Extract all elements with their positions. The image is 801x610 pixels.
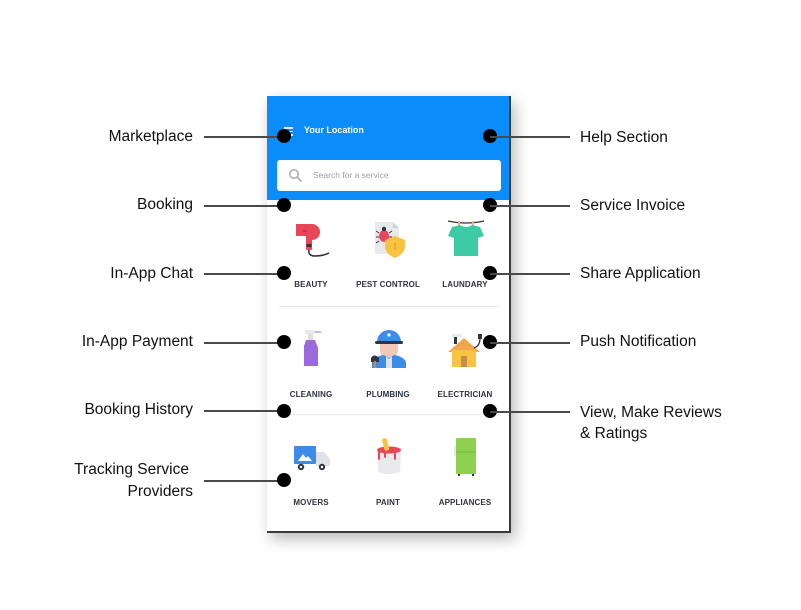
callout-dot (277, 404, 291, 418)
category-label: PLUMBING (366, 390, 410, 399)
search-icon (288, 168, 302, 182)
callout-connector (490, 136, 570, 138)
app-header: Your Location Search for a service (267, 96, 509, 200)
callout-tracking-line2: Providers (127, 483, 193, 500)
callout-connector (204, 273, 284, 275)
category-label: APPLIANCES (438, 498, 492, 507)
category-laundary[interactable]: LAUNDARY (425, 214, 505, 304)
category-label: LAUNDARY (442, 280, 488, 289)
callout-marketplace: Marketplace (108, 128, 193, 145)
callout-booking: Booking (136, 196, 193, 213)
category-label: ELECTRICIAN (437, 390, 493, 399)
callout-in-app-chat: In-App Chat (110, 265, 193, 282)
callout-connector (204, 480, 284, 482)
category-plumbing[interactable]: PLUMBING (348, 324, 428, 414)
callout-help-section: Help Section (580, 129, 668, 146)
category-label: PEST CONTROL (356, 280, 420, 289)
callout-reviews-line2: & Ratings (580, 425, 648, 442)
category-row: CLEANING PLUMBING ELECTRICIAN (267, 324, 509, 414)
category-row: BEAUTY PEST CONTROL LAUNDARY (267, 214, 509, 304)
hair-dryer-icon (296, 224, 330, 257)
callout-in-app-payment: In-App Payment (81, 333, 193, 350)
category-label: CLEANING (289, 390, 333, 399)
row-divider (279, 306, 499, 307)
category-row: MOVERS PAINT APPLIANCES (267, 432, 509, 522)
moving-truck-icon (294, 446, 330, 471)
spray-bottle-icon (304, 330, 322, 366)
callout-reviews-line1: View, Make Reviews (580, 404, 722, 421)
callout-connector (204, 410, 284, 412)
callout-connector (204, 342, 284, 344)
phone-mockup: Your Location Search for a service BEAUT… (267, 96, 511, 533)
callout-dot (277, 198, 291, 212)
bug-shield-icon (375, 222, 405, 258)
callout-tracking-line1: Tracking Service (74, 461, 189, 478)
callout-booking-history: Booking History (84, 401, 193, 418)
callout-push-notification: Push Notification (580, 333, 697, 350)
category-paint[interactable]: PAINT (348, 432, 428, 522)
callout-connector (204, 136, 284, 138)
callout-service-invoice: Service Invoice (580, 197, 686, 214)
callout-dot (277, 129, 291, 143)
callout-connector (490, 411, 570, 413)
callout-dot (277, 335, 291, 349)
category-beauty[interactable]: BEAUTY (271, 214, 351, 304)
plumber-icon (371, 330, 406, 368)
category-label: MOVERS (293, 498, 329, 507)
callout-dot (277, 266, 291, 280)
callout-connector (490, 205, 570, 207)
callout-connector (490, 342, 570, 344)
category-label: PAINT (376, 498, 400, 507)
paint-bucket-icon (377, 437, 401, 474)
callout-connector (204, 205, 284, 207)
tshirt-hanger-icon (447, 220, 485, 256)
category-label: BEAUTY (294, 280, 328, 289)
callout-share-application: Share Application (580, 265, 701, 282)
house-plug-icon (448, 334, 482, 367)
row-divider (279, 414, 499, 415)
refrigerator-icon (454, 438, 476, 476)
search-input[interactable]: Search for a service (277, 160, 501, 191)
category-pest-control[interactable]: PEST CONTROL (348, 214, 428, 304)
callout-dot (277, 473, 291, 487)
location-selector[interactable]: Your Location (304, 125, 364, 135)
category-appliances[interactable]: APPLIANCES (425, 432, 505, 522)
callout-connector (490, 273, 570, 275)
search-placeholder: Search for a service (313, 170, 389, 180)
